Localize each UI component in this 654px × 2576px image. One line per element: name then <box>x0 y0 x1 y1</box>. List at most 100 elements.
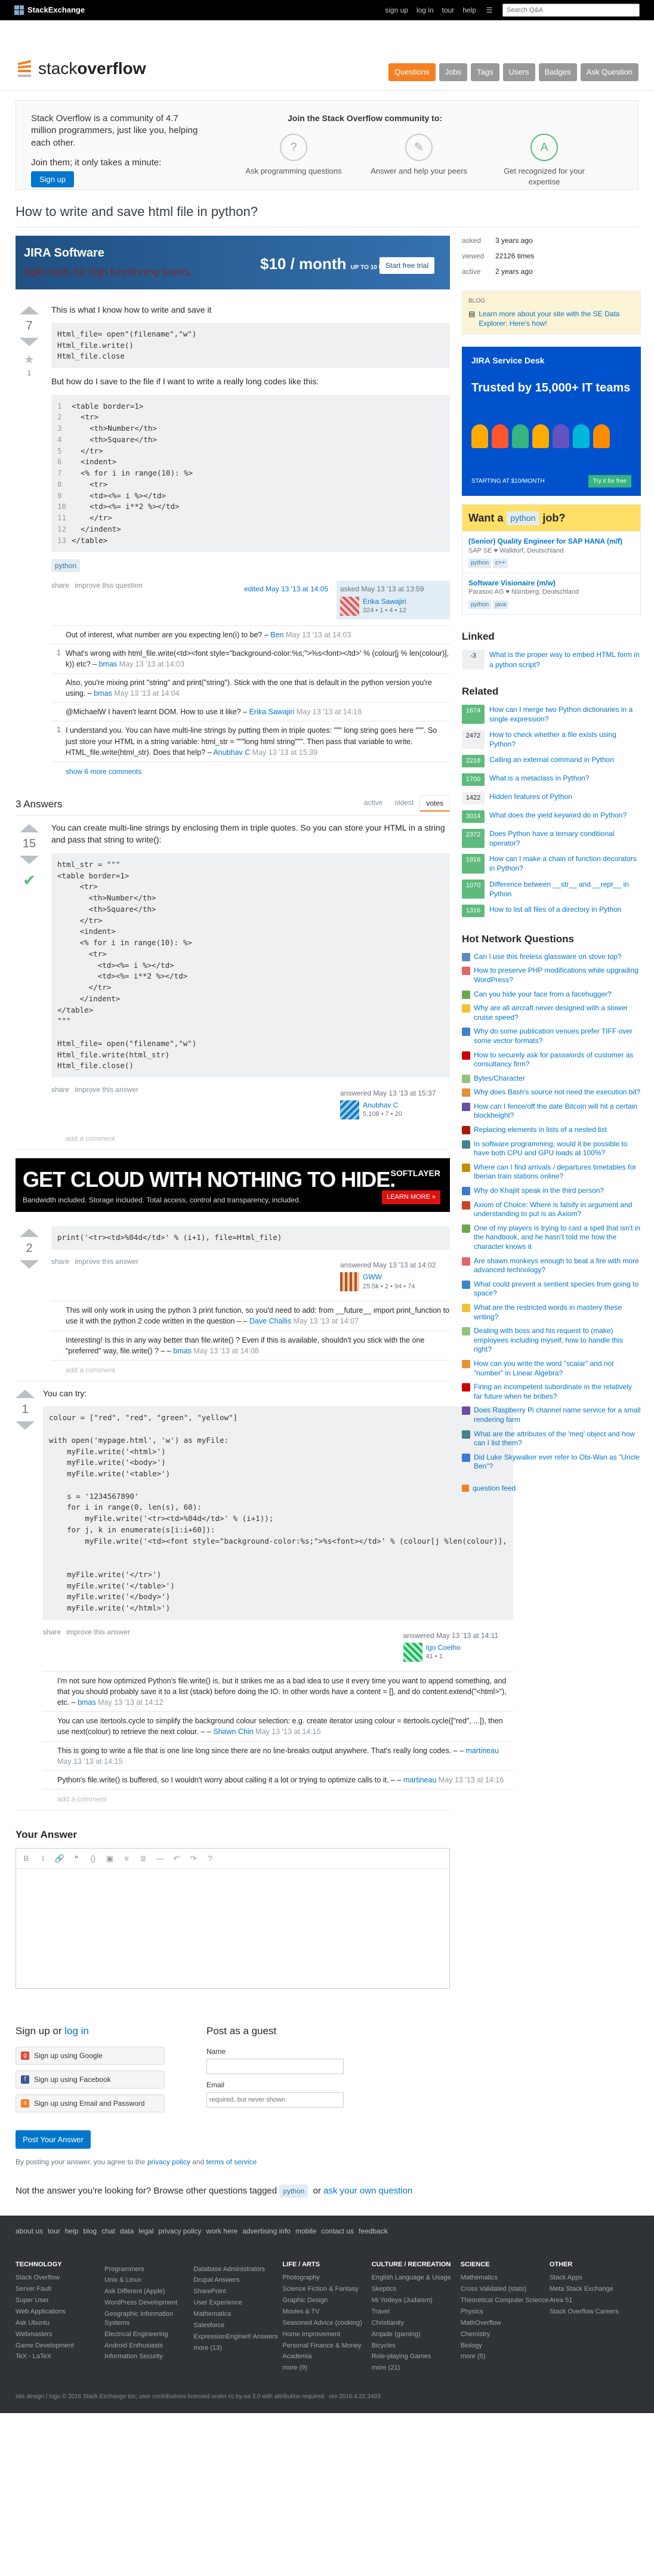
footer-site-link[interactable]: Chemistry <box>461 2330 550 2339</box>
tab-oldest[interactable]: oldest <box>388 795 419 812</box>
editor-tool-0[interactable]: B <box>21 1853 32 1864</box>
hnq-link[interactable]: How can you write the word "scalar" and … <box>474 1359 641 1378</box>
tag-python[interactable]: python <box>279 2185 309 2198</box>
footer-site-link[interactable]: Seasoned Advice (cooking) <box>282 2319 371 2328</box>
editor-tool-1[interactable]: I <box>38 1853 48 1864</box>
footer-link[interactable]: legal <box>138 2226 153 2236</box>
share-link[interactable]: share <box>43 1628 61 1636</box>
hnq-link[interactable]: Firing an incompetent subordinate in the… <box>474 1383 641 1401</box>
related-question-link[interactable]: What does the yield keyword do in Python… <box>489 810 627 823</box>
hnq-link[interactable]: Did Luke Skywalker ever refer to Obi-Wan… <box>474 1453 641 1471</box>
hnq-link[interactable]: Axiom of Choice: Where is falsify in arg… <box>474 1201 641 1219</box>
footer-site-link[interactable]: more (13) <box>193 2344 282 2353</box>
post-answer-button[interactable]: Post Your Answer <box>16 2130 91 2149</box>
share-link[interactable]: share <box>51 1257 69 1266</box>
guest-email-input[interactable] <box>206 2092 344 2108</box>
answer-textarea[interactable] <box>16 1869 449 1989</box>
related-question-link[interactable]: How can I make a chain of function decor… <box>489 854 641 873</box>
editor-tool-11[interactable]: ? <box>205 1853 215 1864</box>
stackexchange-logo[interactable]: StackExchange <box>14 5 85 16</box>
add-comment-link[interactable]: add a comment <box>51 1361 450 1375</box>
footer-site-link[interactable]: Webmasters <box>16 2330 104 2339</box>
footer-site-link[interactable]: Geographic Information Systems <box>104 2310 193 2328</box>
footer-site-link[interactable]: Role-playing Games <box>372 2352 461 2361</box>
footer-site-link[interactable]: Ask Different (Apple) <box>104 2287 193 2296</box>
hnq-link[interactable]: Does Raspberry Pi channel name service f… <box>474 1406 641 1424</box>
footer-site-link[interactable]: Super User <box>16 2296 104 2305</box>
hnq-link[interactable]: Why do some publication venues prefer TI… <box>474 1027 641 1045</box>
footer-site-link[interactable]: Mathematica <box>193 2310 282 2319</box>
footer-link[interactable]: chat <box>101 2226 115 2236</box>
guest-name-input[interactable] <box>206 2059 344 2075</box>
hnq-link[interactable]: Can you hide your face from a facehugger… <box>474 990 612 999</box>
footer-site-link[interactable]: TeX - LaTeX <box>16 2352 104 2361</box>
signup-facebook-button[interactable]: f Sign up using Facebook <box>16 2071 165 2089</box>
signup-email-button[interactable]: s Sign up using Email and Password <box>16 2094 165 2113</box>
comment-user[interactable]: Shawn Chin <box>213 1727 253 1736</box>
related-question-link[interactable]: Hidden features of Python <box>489 792 572 804</box>
footer-site-link[interactable]: Bicycles <box>372 2341 461 2350</box>
footer-site-link[interactable]: Skeptics <box>372 2285 461 2294</box>
footer-site-link[interactable]: User Experience <box>193 2299 282 2307</box>
hnq-link[interactable]: Bytes/Character <box>474 1074 525 1084</box>
hnq-link[interactable]: Why do Khajiit speak in the third person… <box>474 1186 604 1196</box>
comment-user[interactable]: bmas <box>173 1347 192 1355</box>
service-desk-ad[interactable]: JIRA Service Desk Trusted by 15,000+ IT … <box>462 347 641 496</box>
editor-tool-4[interactable]: {} <box>88 1853 98 1864</box>
avatar[interactable] <box>403 1642 422 1662</box>
footer-link[interactable]: contact us <box>321 2226 354 2236</box>
comment-user[interactable]: bmas <box>78 1698 96 1707</box>
footer-link[interactable]: privacy policy <box>159 2226 202 2236</box>
tag-python[interactable]: python <box>51 559 81 573</box>
footer-link[interactable]: help <box>65 2226 79 2236</box>
footer-site-link[interactable]: Personal Finance & Money <box>282 2341 371 2350</box>
job-title[interactable]: (Senior) Quality Engineer for SAP HANA (… <box>468 536 634 546</box>
footer-site-link[interactable]: Christianity <box>372 2319 461 2328</box>
footer-site-link[interactable]: MathOverflow <box>461 2319 550 2328</box>
answerer-name[interactable]: GWW <box>363 1272 415 1282</box>
footer-site-link[interactable]: Stack Apps <box>550 2273 638 2282</box>
footer-site-link[interactable]: Arqade (gaming) <box>372 2330 461 2339</box>
footer-site-link[interactable]: more (9) <box>282 2364 371 2373</box>
footer-site-link[interactable]: Server Fault <box>16 2285 104 2294</box>
ask-own-question-link[interactable]: ask your own question <box>323 2186 412 2196</box>
footer-link[interactable]: tour <box>48 2226 60 2236</box>
comment-user[interactable]: Dave Challis <box>249 1317 291 1325</box>
hnq-link[interactable]: Why does Bash's source not need the exec… <box>474 1088 640 1097</box>
related-question-link[interactable]: Calling an external command in Python <box>489 755 614 767</box>
footer-site-link[interactable]: Home Improvement <box>282 2330 371 2339</box>
share-link[interactable]: share <box>51 581 69 590</box>
improve-link[interactable]: improve this answer <box>75 1085 138 1094</box>
hnq-link[interactable]: How to preserve PHP modifications while … <box>474 966 641 985</box>
search-input[interactable] <box>502 4 640 17</box>
nav-users[interactable]: Users <box>502 63 535 81</box>
editor-tool-5[interactable]: ▣ <box>104 1853 115 1864</box>
hnq-link[interactable]: Where can I find arrivals / departures t… <box>474 1163 641 1181</box>
add-comment-link[interactable]: add a comment <box>51 1129 450 1143</box>
stackoverflow-logo[interactable]: stackoverflow <box>16 57 146 80</box>
footer-site-link[interactable]: Web Applications <box>16 2307 104 2316</box>
nav-questions[interactable]: Questions <box>388 63 436 81</box>
editor-tool-10[interactable]: ↷ <box>188 1853 199 1864</box>
footer-link[interactable]: advertising info <box>242 2226 291 2236</box>
footer-link[interactable]: blog <box>83 2226 97 2236</box>
signup-button[interactable]: Sign up <box>31 171 75 187</box>
improve-link[interactable]: improve this answer <box>66 1628 130 1636</box>
footer-site-link[interactable]: Mi Yodeya (Judaism) <box>372 2296 461 2305</box>
signup-google-button[interactable]: g Sign up using Google <box>16 2047 165 2065</box>
nav-ask-question[interactable]: Ask Question <box>580 63 638 81</box>
nav-tags[interactable]: Tags <box>471 63 499 81</box>
show-more-comments-link[interactable]: show 6 more comments <box>51 762 450 776</box>
favorite-star-icon[interactable]: ★ <box>16 352 43 368</box>
job-tag[interactable]: java <box>493 600 509 610</box>
answerer-name[interactable]: Anubhav C <box>363 1100 402 1110</box>
related-question-link[interactable]: What is a metaclass in Python? <box>489 773 589 786</box>
comment-user[interactable]: bmas <box>94 689 112 698</box>
editor-tool-8[interactable]: — <box>155 1853 165 1864</box>
vote-down-icon[interactable] <box>20 856 39 865</box>
linked-question-link[interactable]: What is the proper way to embed HTML for… <box>489 650 641 669</box>
footer-site-link[interactable]: Meta Stack Exchange <box>550 2285 638 2294</box>
hnq-link[interactable]: What are the restricted words in mastery… <box>474 1303 641 1322</box>
footer-site-link[interactable]: Electrical Engineering <box>104 2330 193 2339</box>
footer-site-link[interactable]: Salesforce <box>193 2321 282 2330</box>
